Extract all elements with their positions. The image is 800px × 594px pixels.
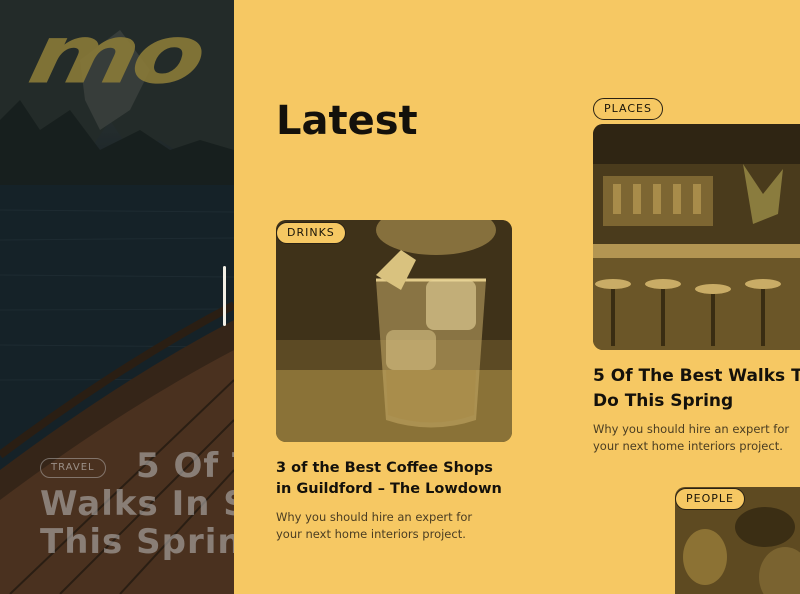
latest-heading: Latest xyxy=(276,98,418,144)
places-article-title[interactable]: 5 Of The Best Walks To Do This Spring xyxy=(593,364,800,414)
article-card-places[interactable]: PLACES 5 Of The Best Walks To Do This Sp… xyxy=(593,96,800,466)
hero-title-line-3: This Spring xyxy=(40,522,234,562)
hero-scroll-indicator[interactable] xyxy=(223,266,226,326)
whisky-glass-photo xyxy=(276,220,512,442)
hero-title-line-2: Walks In Spring xyxy=(40,484,234,524)
places-article-description: Why you should hire an expert for your n… xyxy=(593,422,790,453)
places-article-image[interactable] xyxy=(593,124,800,350)
drinks-article-image[interactable] xyxy=(276,220,512,442)
latest-panel: Latest DRINKS 3 of the Best Coffee Shops… xyxy=(234,0,800,594)
site-logo[interactable]: mo xyxy=(21,7,209,102)
bar-interior-photo xyxy=(593,124,800,350)
article-card-drinks[interactable]: DRINKS 3 of the Best Coffee Shops in Gui… xyxy=(276,220,512,550)
drinks-category-tag[interactable]: DRINKS xyxy=(276,222,346,244)
people-category-tag[interactable]: PEOPLE xyxy=(675,488,745,510)
hero-section: mo 5 Of The Best Walks In Spring This Sp… xyxy=(0,0,234,594)
drinks-article-description: Why you should hire an expert for your n… xyxy=(276,510,473,541)
drinks-article-title[interactable]: 3 of the Best Coffee Shops in Guildford … xyxy=(276,458,512,500)
hero-category-tag[interactable]: TRAVEL xyxy=(40,458,106,478)
places-category-tag[interactable]: PLACES xyxy=(593,98,663,120)
article-card-people[interactable]: PEOPLE xyxy=(675,487,800,594)
